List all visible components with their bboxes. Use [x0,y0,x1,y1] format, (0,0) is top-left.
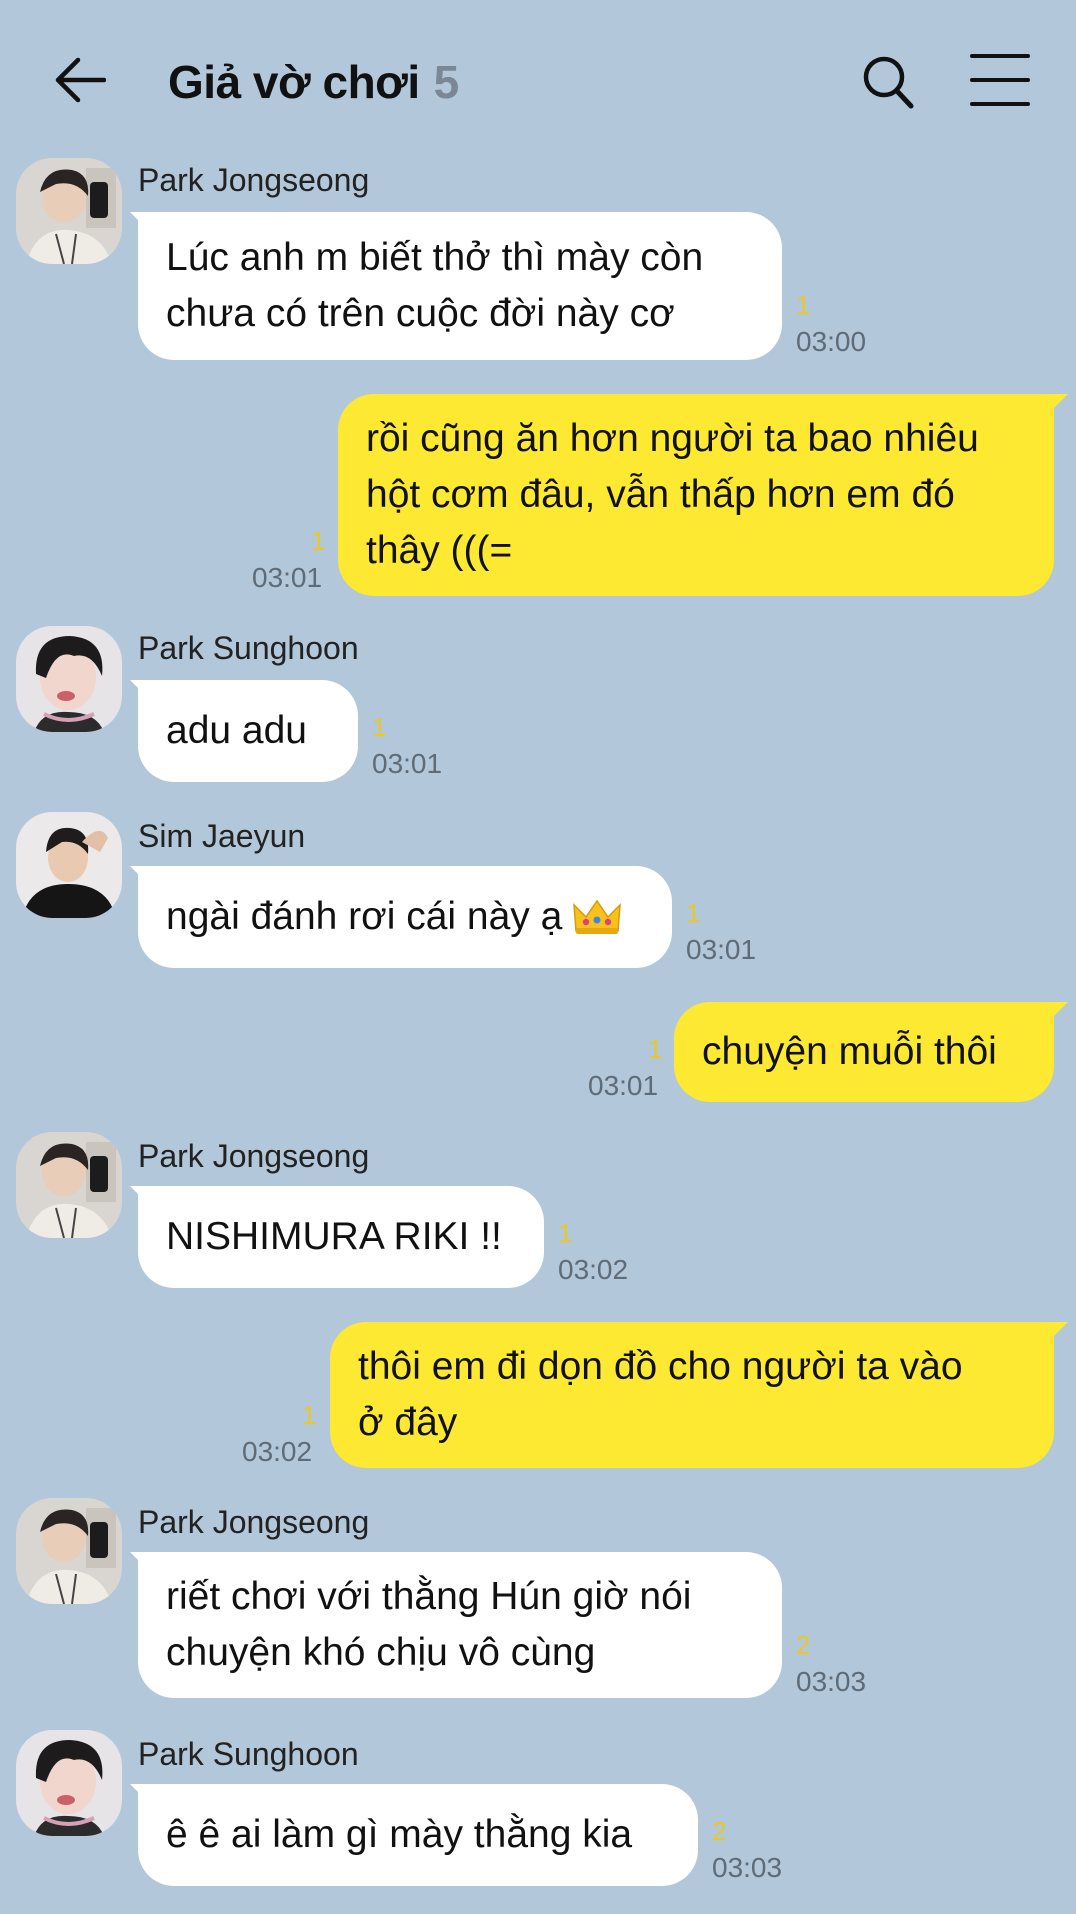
message-bubble[interactable]: ngài đánh rơi cái này ạ [138,866,672,968]
unread-count: 1 [372,712,387,742]
avatar-park-jongseong[interactable] [16,158,122,264]
menu-button[interactable] [970,54,1030,106]
member-count: 5 [433,56,460,108]
search-button[interactable] [860,52,916,112]
message-bubble[interactable]: chuyện muỗi thôi [674,1002,1054,1102]
message-bubble[interactable]: Lúc anh m biết thở thì mày còn chưa có t… [138,212,782,360]
message-time: 03:01 [686,934,757,965]
sender-name: Park Sunghoon [138,630,359,666]
avatar-park-sunghoon[interactable] [16,626,122,732]
message-time: 03:01 [252,562,323,593]
chat-room-name: Giả vờ chơi [168,56,420,108]
chat-header: Giả vờ chơi 5 [0,0,1076,160]
message-bubble[interactable]: rồi cũng ăn hơn người ta bao nhiêu hột c… [338,394,1054,596]
unread-count: 2 [796,1630,811,1660]
message-time: 03:02 [242,1436,313,1467]
sender-name: Sim Jaeyun [138,818,306,854]
message-time: 03:02 [558,1254,629,1285]
unread-count: 1 [796,290,811,320]
avatar-park-sunghoon[interactable] [16,1730,122,1836]
message-time: 03:00 [796,326,867,357]
avatar-sim-jaeyun[interactable] [16,812,122,918]
chat-title: Giả vờ chơi 5 [168,52,459,112]
message-bubble[interactable]: thôi em đi dọn đồ cho người ta vào ở đây [330,1322,1054,1468]
sender-name: Park Sunghoon [138,1736,359,1772]
message-time: 03:03 [712,1852,783,1883]
message-bubble[interactable]: adu adu [138,680,358,782]
crown-icon [573,899,622,934]
sender-name: Park Jongseong [138,162,370,198]
message-bubble[interactable]: riết chơi với thằng Hún giờ nói chuyện k… [138,1552,782,1698]
unread-count: 2 [712,1816,727,1846]
message-bubble[interactable]: ê ê ai làm gì mày thằng kia [138,1784,698,1886]
unread-count: 1 [302,1400,317,1430]
unread-count: 1 [648,1034,663,1064]
menu-icon [970,54,1030,58]
avatar-park-jongseong[interactable] [16,1498,122,1604]
avatar-park-jongseong[interactable] [16,1132,122,1238]
search-icon [863,56,914,109]
message-bubble[interactable]: NISHIMURA RIKI !! [138,1186,544,1288]
back-button[interactable] [52,52,108,108]
message-time: 03:03 [796,1666,867,1697]
sender-name: Park Jongseong [138,1504,370,1540]
unread-count: 1 [558,1218,573,1248]
message-time: 03:01 [372,748,443,779]
sender-name: Park Jongseong [138,1138,370,1174]
message-text: ngài đánh rơi cái này ạ [166,895,563,938]
unread-count: 1 [311,526,326,556]
message-time: 03:01 [588,1070,659,1101]
unread-count: 1 [686,898,701,928]
back-arrow-icon [55,57,106,103]
